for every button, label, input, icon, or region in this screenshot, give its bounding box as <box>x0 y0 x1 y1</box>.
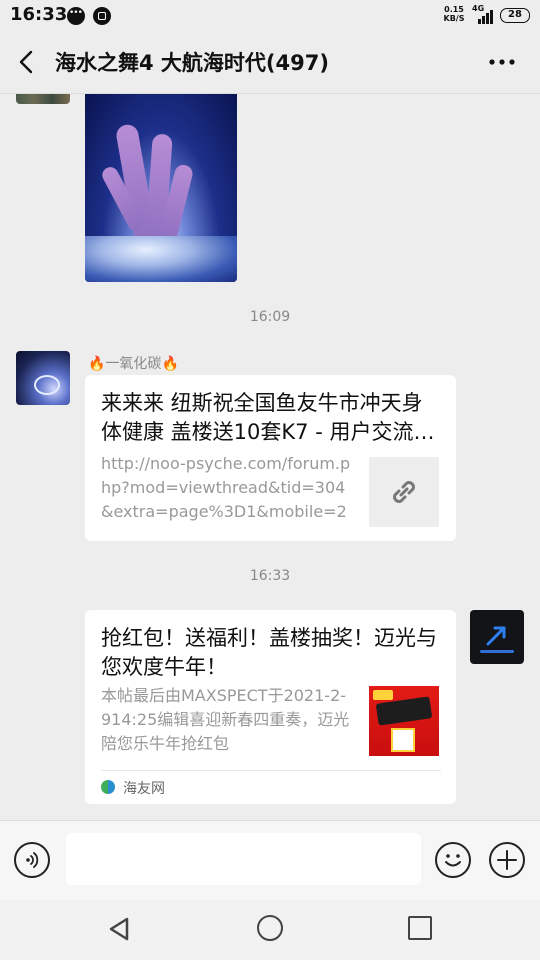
message-input[interactable] <box>66 833 421 885</box>
link-thumbnail <box>369 457 439 527</box>
plus-icon <box>497 850 517 870</box>
more-options-icon[interactable] <box>484 48 520 76</box>
source-label: 海友网 <box>123 781 165 797</box>
avatar[interactable] <box>16 351 70 405</box>
coral-photo-message[interactable] <box>85 94 237 282</box>
link-card[interactable]: 抢红包！送福利！盖楼抽奖！迈光与您欢度牛年！ 本帖最后由MAXSPECT于202… <box>85 610 456 804</box>
link-card-description: 本帖最后由MAXSPECT于2021-2-914:25编辑喜迎新春四重奏，迈光陪… <box>101 686 350 753</box>
sender-name-text: 一氧化碳 <box>105 356 162 372</box>
nav-recent-apps-icon[interactable] <box>408 916 432 940</box>
arrow-logo-icon <box>486 626 506 646</box>
message-notification-icon <box>67 7 85 25</box>
network-speed: 0.15 KB/S <box>441 5 467 23</box>
signal-icon <box>478 10 494 24</box>
chat-message-list[interactable]: 16:09 🔥一氧化碳🔥 来来来 纽斯祝全国鱼友牛市冲天身体健康 盖楼送10套K… <box>0 94 540 820</box>
card-divider <box>101 770 441 771</box>
nav-back-icon[interactable] <box>105 914 135 944</box>
link-thumbnail <box>369 686 439 756</box>
chat-title: 海水之舞4 大航海时代(497) <box>55 51 329 75</box>
message-timestamp: 16:33 <box>249 568 291 584</box>
link-icon <box>393 481 415 503</box>
link-card[interactable]: 来来来 纽斯祝全国鱼友牛市冲天身体健康 盖楼送10套K7 - 用户交流 - 海友… <box>85 375 456 541</box>
link-card-title: 来来来 纽斯祝全国鱼友牛市冲天身体健康 盖楼送10套K7 - 用户交流 - 海友… <box>101 391 428 444</box>
nav-home-icon[interactable] <box>257 915 283 941</box>
fire-icon: 🔥 <box>88 356 106 372</box>
message-timestamp: 16:09 <box>249 309 291 325</box>
back-arrow-icon[interactable] <box>14 48 42 76</box>
source-logo-icon <box>101 780 115 794</box>
more-functions-button[interactable] <box>489 842 525 878</box>
battery-icon: 28 <box>500 8 530 23</box>
voice-icon <box>26 852 39 868</box>
sender-name: 🔥一氧化碳🔥 <box>88 353 179 373</box>
app-notification-icon <box>93 7 111 25</box>
link-card-title: 抢红包！送福利！盖楼抽奖！迈光与您欢度牛年！ <box>101 626 437 679</box>
emoji-icon <box>445 854 461 867</box>
network-speed-unit: KB/S <box>443 14 465 23</box>
chat-header: 海水之舞4 大航海时代(497) <box>0 32 540 94</box>
link-card-url: http://noo-psyche.com/forum.php?mod=view… <box>101 454 351 521</box>
voice-button[interactable] <box>14 842 50 878</box>
status-time: 16:33 <box>10 4 68 25</box>
avatar[interactable] <box>16 94 70 104</box>
avatar[interactable] <box>470 610 524 664</box>
system-nav-bar <box>0 900 540 960</box>
network-speed-value: 0.15 <box>444 5 464 14</box>
fire-icon: 🔥 <box>161 356 179 372</box>
input-bar <box>0 820 540 900</box>
status-bar: 16:33 0.15 KB/S 4G 28 <box>0 0 540 32</box>
emoji-button[interactable] <box>435 842 471 878</box>
